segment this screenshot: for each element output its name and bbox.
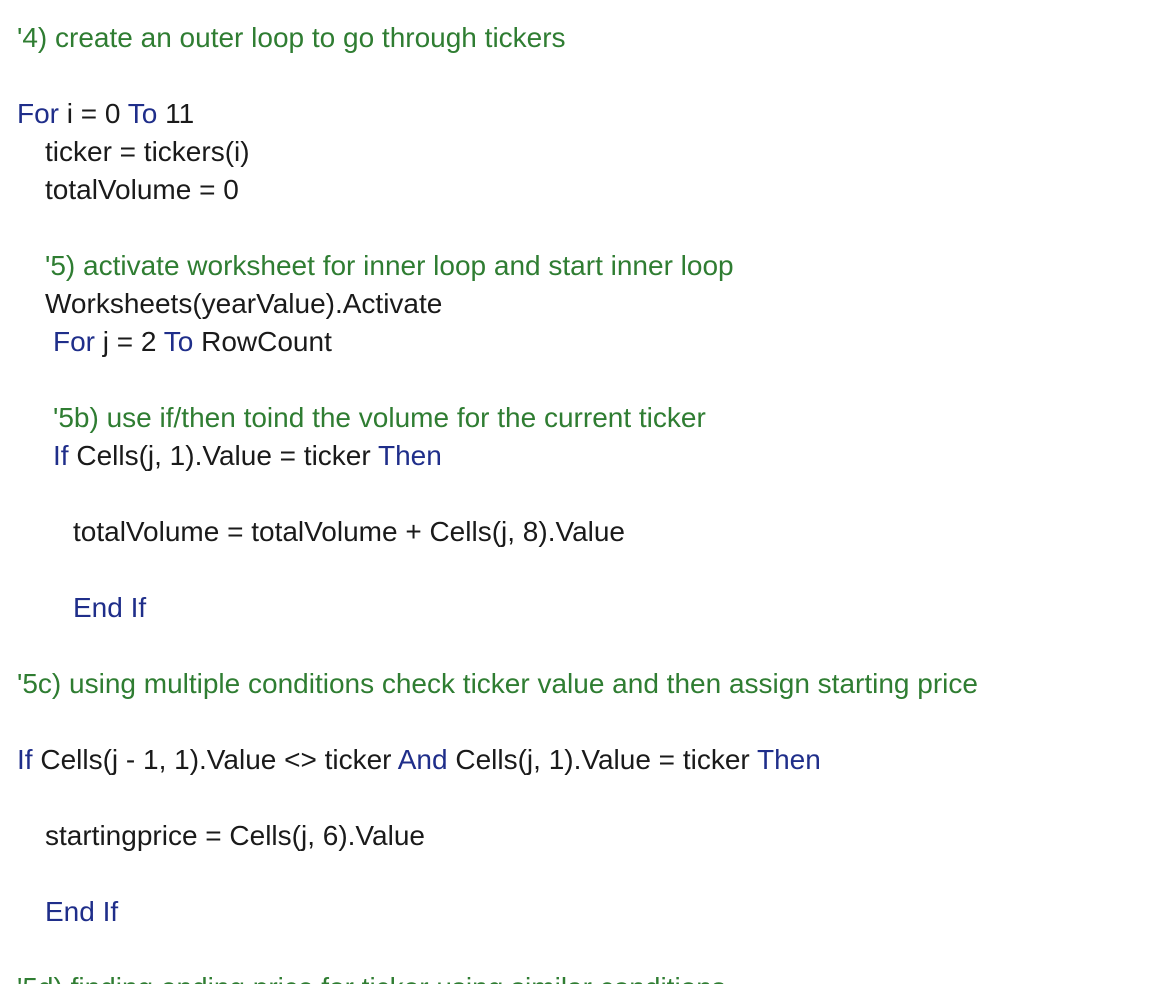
code-line: If Cells(j, 1).Value = ticker Then	[53, 437, 442, 475]
code-line: '5c) using multiple conditions check tic…	[17, 665, 978, 703]
code-text: j = 2	[95, 326, 164, 357]
code-text: RowCount	[193, 326, 332, 357]
code-line: '4) create an outer loop to go through t…	[17, 19, 566, 57]
keyword-text: Then	[757, 744, 821, 775]
code-line: '5) activate worksheet for inner loop an…	[45, 247, 734, 285]
keyword-text: If	[17, 744, 33, 775]
code-text: ticker = tickers(i)	[45, 136, 250, 167]
code-line: End If	[45, 893, 118, 931]
code-text: startingprice = Cells(j, 6).Value	[45, 820, 425, 851]
code-line: For j = 2 To RowCount	[53, 323, 332, 361]
code-text: Cells(j, 1).Value = ticker	[68, 440, 378, 471]
code-document: '4) create an outer loop to go through t…	[0, 0, 1156, 984]
keyword-text: To	[163, 326, 194, 357]
comment-text: '4) create an outer loop to go through t…	[17, 22, 566, 53]
code-line: ticker = tickers(i)	[45, 133, 250, 171]
code-text: i = 0	[59, 98, 128, 129]
comment-text: '5) activate worksheet for inner loop an…	[45, 250, 734, 281]
code-line: '5d) finding ending price for ticker usi…	[17, 969, 726, 984]
code-line: If Cells(j - 1, 1).Value <> ticker And C…	[17, 741, 821, 779]
code-line: End If	[73, 589, 146, 627]
keyword-text: And	[397, 744, 448, 775]
keyword-text: End If	[45, 896, 119, 927]
code-line: '5b) use if/then toind the volume for th…	[53, 399, 706, 437]
code-text: totalVolume = totalVolume + Cells(j, 8).…	[73, 516, 626, 547]
keyword-text: For	[17, 98, 59, 129]
keyword-text: Then	[377, 440, 442, 471]
code-line: startingprice = Cells(j, 6).Value	[45, 817, 425, 855]
code-text: totalVolume = 0	[45, 174, 239, 205]
code-line: totalVolume = totalVolume + Cells(j, 8).…	[73, 513, 625, 551]
keyword-text: For	[53, 326, 95, 357]
code-line: Worksheets(yearValue).Activate	[45, 285, 442, 323]
keyword-text: If	[53, 440, 69, 471]
comment-text: '5d) finding ending price for ticker usi…	[17, 972, 726, 984]
keyword-text: End If	[73, 592, 147, 623]
code-text: 11	[157, 98, 195, 129]
keyword-text: To	[127, 98, 158, 129]
code-text: Cells(j, 1).Value = ticker	[447, 744, 757, 775]
code-text: Cells(j - 1, 1).Value <> ticker	[32, 744, 398, 775]
comment-text: '5c) using multiple conditions check tic…	[17, 668, 978, 699]
code-line: For i = 0 To 11	[17, 95, 194, 133]
comment-text: '5b) use if/then toind the volume for th…	[53, 402, 706, 433]
code-text: Worksheets(yearValue).Activate	[45, 288, 443, 319]
code-line: totalVolume = 0	[45, 171, 239, 209]
